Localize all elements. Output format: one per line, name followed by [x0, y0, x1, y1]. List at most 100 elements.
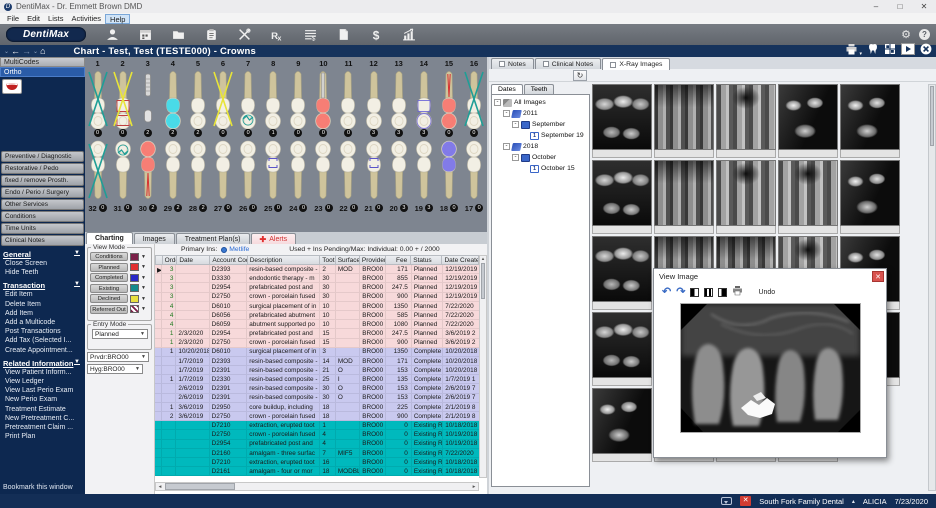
provider-select[interactable]: Prvdr:BRO00▼ — [87, 352, 149, 362]
color-swatch[interactable] — [130, 263, 139, 271]
tooth-23[interactable] — [311, 140, 336, 202]
tab-images[interactable]: Images — [134, 233, 175, 244]
table-row[interactable]: 3D3330endodontic therapy - m30BRO00855Pl… — [155, 274, 479, 283]
table-row[interactable]: D2161amalgam - four or mor18MODBLBRO000E… — [155, 467, 479, 476]
table-row[interactable]: 2/6/2019D2391resin-based composite -30OB… — [155, 394, 479, 403]
tooth-13[interactable] — [386, 68, 411, 130]
tooth-28[interactable] — [185, 140, 210, 202]
tree-item-september-19[interactable]: 1September 19 — [492, 130, 589, 141]
sidebar-item-view-ledger[interactable]: View Ledger — [3, 377, 85, 386]
tab-x-ray-images[interactable]: X-Ray Images — [602, 58, 670, 70]
category-time-units[interactable]: Time Units — [1, 223, 84, 234]
menu-item-help[interactable]: Help — [105, 14, 130, 24]
color-swatch[interactable] — [130, 295, 139, 303]
xray-thumbnail[interactable] — [592, 236, 652, 310]
table-row[interactable]: 110/20/2018D6010surgical placement of in… — [155, 348, 479, 357]
chat-icon[interactable] — [721, 497, 732, 505]
undo-label[interactable]: Undo — [758, 289, 775, 296]
close-button[interactable]: ✕ — [912, 0, 936, 13]
column-header-order[interactable]: Order — [163, 256, 178, 264]
subtab-dates[interactable]: Dates — [491, 84, 523, 94]
category-restorative-pedo[interactable]: Restorative / Pedo — [1, 163, 84, 174]
sidebar-item-post-transactions[interactable]: Post Transactions — [3, 327, 85, 336]
xray-scrollbar[interactable] — [928, 84, 936, 491]
brightness-icon[interactable] — [718, 288, 727, 297]
tooth-4[interactable] — [160, 68, 185, 130]
menu-item-edit[interactable]: Edit — [23, 14, 44, 24]
column-header-surface[interactable]: Surface — [336, 256, 360, 264]
table-row[interactable]: 1/7/2019D2393resin-based composite -14MO… — [155, 357, 479, 366]
menu-item-activities[interactable]: Activities — [67, 14, 105, 24]
tooth-29[interactable] — [160, 140, 185, 202]
clipboard-icon[interactable] — [203, 27, 219, 42]
chevron-down-icon[interactable]: ⌄ — [4, 48, 9, 55]
tree-item-september[interactable]: -September — [492, 119, 589, 130]
table-row[interactable]: 23/6/2019D2750crown - porcelain fused18B… — [155, 412, 479, 421]
sidebar-item-create-appointment-[interactable]: Create Appointment... — [3, 346, 85, 355]
table-row[interactable]: 11/7/2019D2330resin-based composite -25I… — [155, 375, 479, 384]
category-conditions[interactable]: Conditions — [1, 211, 84, 222]
tooth-17[interactable] — [461, 140, 486, 202]
view-mode-button-planned[interactable]: Planned — [90, 263, 128, 272]
xray-alert-icon[interactable]: ✕ — [740, 496, 751, 506]
color-swatch[interactable] — [130, 253, 139, 261]
table-row[interactable]: 3D2750crown - porcelain fused30BRO00900P… — [155, 293, 479, 302]
refresh-icon[interactable]: ↻ — [573, 70, 587, 81]
tab-clinical-notes[interactable]: Clinical Notes — [535, 58, 602, 69]
tooth-19[interactable] — [411, 140, 436, 202]
back-arrow-icon[interactable]: ← — [11, 46, 20, 56]
invert-icon[interactable] — [690, 288, 699, 297]
document-icon[interactable] — [335, 27, 351, 42]
settings-gear-icon[interactable]: ⚙ — [901, 28, 911, 41]
tooth-11[interactable] — [336, 68, 361, 130]
tooth-15[interactable] — [436, 68, 461, 130]
table-row[interactable]: 13/6/2019D2950core buildup, including18B… — [155, 403, 479, 412]
tab-alerts[interactable]: ✚Alerts — [251, 233, 297, 244]
tree-expander-icon[interactable]: - — [512, 154, 519, 161]
sidebar-item-add-tax-selected-i-[interactable]: Add Tax (Selected I... — [3, 336, 85, 345]
redo-arrow-icon[interactable]: ↷ — [676, 287, 685, 297]
calendar-icon[interactable] — [137, 27, 153, 42]
sidebar-item-add-a-multicode[interactable]: Add a Multicode — [3, 318, 85, 327]
tab-notes[interactable]: Notes — [491, 58, 534, 69]
category-fixed-remove-prosth-[interactable]: fixed / remove Prosth. — [1, 175, 84, 186]
column-header-account-code[interactable]: Account Code — [210, 256, 247, 264]
hygienist-select[interactable]: Hyg:BRO00▼ — [87, 364, 143, 374]
xray-thumbnail[interactable] — [592, 160, 652, 234]
view-mode-button-conditions[interactable]: Conditions — [90, 252, 128, 261]
sidebar-item-close-screen[interactable]: Close Screen — [3, 259, 85, 268]
home-icon[interactable]: ⌂ — [40, 46, 45, 56]
patient-icon[interactable] — [104, 27, 120, 42]
tree-item-october-15[interactable]: 1October 15 — [492, 163, 589, 174]
swatch-caret-icon[interactable]: ▼ — [141, 285, 146, 291]
menu-item-lists[interactable]: Lists — [44, 14, 67, 24]
xray-thumbnail[interactable] — [654, 160, 714, 234]
color-swatch[interactable] — [130, 274, 139, 282]
color-swatch[interactable] — [130, 305, 139, 313]
tooth-31[interactable] — [110, 140, 135, 202]
table-row[interactable]: 12/3/2020D2750crown - porcelain fused15B… — [155, 339, 479, 348]
tooth-10[interactable] — [311, 68, 336, 130]
tooth-2[interactable] — [110, 68, 135, 130]
tooth-21[interactable] — [361, 140, 386, 202]
swatch-caret-icon[interactable]: ▼ — [141, 296, 146, 302]
column-header-provider[interactable]: Provider — [360, 256, 386, 264]
tab-charting[interactable]: Charting — [86, 232, 133, 244]
menu-item-file[interactable]: File — [3, 14, 23, 24]
maximize-button[interactable]: □ — [888, 0, 912, 13]
sidebar-item-view-last-perio-exam[interactable]: View Last Perio Exam — [3, 386, 85, 395]
view-image-close-button[interactable]: ✕ — [872, 271, 884, 282]
help-icon[interactable]: ? — [919, 29, 930, 40]
tooth-6[interactable] — [210, 68, 235, 130]
swatch-caret-icon[interactable]: ▼ — [141, 254, 146, 260]
xray-thumbnail[interactable] — [716, 84, 776, 158]
practice-caret-icon[interactable]: ▴ — [852, 498, 855, 505]
minimize-button[interactable]: – — [864, 0, 888, 13]
table-row[interactable]: 4D6010surgical placement of in10BRO00135… — [155, 302, 479, 311]
tooth-25[interactable] — [261, 140, 286, 202]
tree-item-2018[interactable]: -2018 — [492, 141, 589, 152]
sidebar-item-hide-teeth[interactable]: Hide Teeth — [3, 268, 85, 277]
sidebar-item-pretreatment-claim-[interactable]: Pretreatment Claim ... — [3, 423, 85, 432]
tree-item-october[interactable]: -October — [492, 152, 589, 163]
tree-expander-icon[interactable]: - — [512, 121, 519, 128]
